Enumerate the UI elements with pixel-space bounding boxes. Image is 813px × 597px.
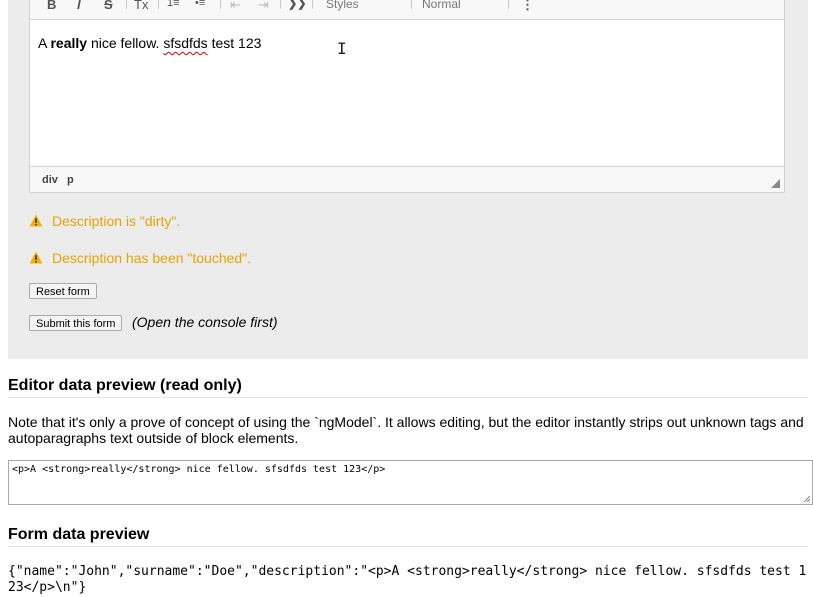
toolbar-separator [508, 0, 509, 9]
textarea-resize-icon[interactable] [802, 494, 810, 502]
submit-form-button[interactable]: Submit this form [29, 315, 123, 331]
touched-warning: Description has been "touched". [29, 250, 251, 266]
bold-button[interactable]: B [47, 0, 56, 12]
dirty-warning-text: Description is "dirty". [52, 213, 181, 229]
editor-toolbar: B I S Tx 1≡ •≡ ⇤ ⇥ ❯❯ Styles Normal ⋮ [30, 0, 784, 20]
toolbar-separator [220, 0, 221, 9]
editor-content[interactable]: A really nice fellow. sfsdfds test 123 [38, 35, 261, 51]
editor-data-textarea[interactable]: <p>A <strong>really</strong> nice fellow… [8, 460, 813, 505]
reset-form-button[interactable]: Reset form [29, 283, 97, 299]
path-item-p[interactable]: p [67, 174, 74, 186]
dirty-warning: Description is "dirty". [29, 213, 180, 229]
submit-note: (Open the console first) [132, 314, 278, 330]
blockquote-button[interactable]: ❯❯ [288, 0, 306, 10]
touched-warning-text: Description has been "touched". [52, 250, 252, 266]
warning-icon [29, 214, 43, 227]
form-preview-heading: Form data preview [8, 526, 808, 547]
styles-dropdown[interactable]: Styles [326, 0, 359, 11]
path-item-div[interactable]: div [42, 174, 58, 186]
content-text-middle: nice fellow. [87, 35, 164, 51]
textarea-value: <p>A <strong>really</strong> nice fellow… [12, 464, 386, 475]
remove-format-button[interactable]: Tx [134, 0, 148, 12]
toolbar-separator [411, 0, 412, 9]
form-data-json: {"name":"John","surname":"Doe","descript… [8, 564, 807, 595]
editor-preview-heading: Editor data preview (read only) [8, 377, 808, 398]
misspelled-word: sfsdfds [163, 35, 208, 51]
outdent-button[interactable]: ⇤ [230, 0, 241, 13]
content-bold-text: really [50, 35, 88, 51]
strike-button[interactable]: S [104, 0, 113, 12]
content-text-suffix: test 123 [207, 35, 262, 51]
italic-button[interactable]: I [77, 0, 81, 12]
more-icon[interactable]: ⋮ [521, 0, 534, 13]
rich-text-editor: B I S Tx 1≡ •≡ ⇤ ⇥ ❯❯ Styles Normal ⋮ A … [29, 0, 785, 193]
warning-icon [29, 251, 43, 264]
toolbar-separator [312, 0, 313, 9]
toolbar-separator [158, 0, 159, 9]
toolbar-separator [126, 0, 127, 9]
element-path-bar: div p [30, 166, 784, 192]
content-text-prefix: A [38, 35, 51, 51]
format-dropdown[interactable]: Normal [422, 0, 461, 11]
preview-note: Note that it's only a prove of concept o… [8, 414, 804, 446]
resize-grip-icon[interactable] [771, 179, 780, 188]
text-cursor-icon: I [337, 39, 347, 58]
indent-button[interactable]: ⇥ [258, 0, 269, 13]
bulleted-list-button[interactable]: •≡ [195, 0, 205, 9]
numbered-list-button[interactable]: 1≡ [167, 0, 180, 9]
toolbar-separator [280, 0, 281, 9]
